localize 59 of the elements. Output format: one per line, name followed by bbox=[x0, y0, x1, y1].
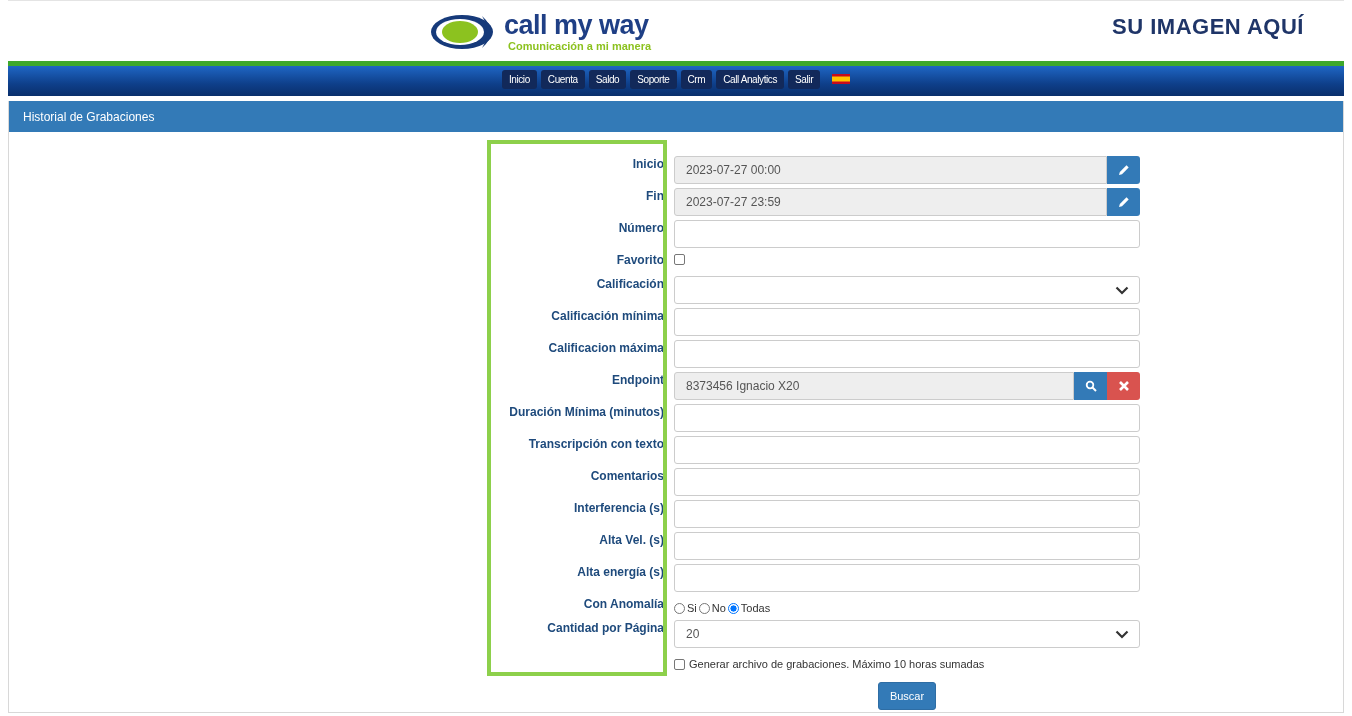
clear-button[interactable] bbox=[1107, 372, 1140, 400]
checkbox[interactable] bbox=[674, 658, 685, 670]
panel-title: Historial de Grabaciones bbox=[23, 109, 155, 124]
caret-icon bbox=[1115, 285, 1129, 295]
close-icon bbox=[1117, 380, 1130, 392]
logo-text: call my way bbox=[504, 11, 650, 39]
date-field[interactable]: 2023-07-27 00:00 bbox=[674, 156, 1107, 184]
edit-button[interactable] bbox=[1107, 188, 1140, 216]
search-button[interactable]: Buscar bbox=[877, 682, 937, 710]
field-label: Calificación mínima bbox=[550, 308, 664, 325]
field-label: Inicio bbox=[631, 156, 664, 173]
field-label: Número bbox=[617, 220, 664, 237]
field-label: Interferencia (s) bbox=[572, 500, 664, 517]
field-label: Endpoint bbox=[611, 372, 664, 389]
nav-button[interactable]: Salir bbox=[788, 69, 821, 89]
input-field[interactable] bbox=[674, 340, 1140, 368]
checkbox[interactable] bbox=[674, 254, 685, 265]
field-label: Alta energía (s) bbox=[576, 564, 664, 581]
field-label: Comentarios bbox=[589, 468, 664, 485]
nav-button[interactable]: Call Analytics bbox=[716, 69, 785, 89]
caret-icon bbox=[1115, 629, 1129, 639]
input-field[interactable] bbox=[674, 468, 1140, 496]
input-field[interactable] bbox=[674, 436, 1140, 464]
input-field[interactable] bbox=[674, 564, 1140, 592]
radio-label: Si bbox=[687, 602, 697, 614]
nav-button[interactable]: Soporte bbox=[630, 69, 677, 89]
input-field[interactable] bbox=[674, 220, 1140, 248]
field-label: Duración Mínima (minutos) bbox=[508, 404, 664, 421]
field-label: Transcripción con texto bbox=[527, 436, 664, 453]
field-label: Favorito bbox=[615, 252, 664, 269]
dropdown[interactable]: 20 bbox=[674, 620, 1140, 648]
edit-button[interactable] bbox=[1107, 156, 1140, 184]
pencil-icon bbox=[1117, 164, 1130, 176]
input-field[interactable] bbox=[674, 308, 1140, 336]
input-field[interactable] bbox=[674, 532, 1140, 560]
field-label: Calificación bbox=[595, 276, 664, 293]
nav-button[interactable]: Crm bbox=[680, 69, 713, 89]
nav-button[interactable]: Inicio bbox=[501, 69, 537, 89]
nav-button[interactable]: Saldo bbox=[588, 69, 627, 89]
search-icon bbox=[1084, 380, 1097, 392]
input-field[interactable] bbox=[674, 500, 1140, 528]
input-field[interactable] bbox=[674, 404, 1140, 432]
checkbox-label: Generar archivo de grabaciones. Máximo 10 horas sumadas bbox=[689, 658, 985, 670]
tagline: Comunicación a mi manera bbox=[508, 40, 652, 53]
date-field[interactable]: 2023-07-27 23:59 bbox=[674, 188, 1107, 216]
search-button[interactable] bbox=[1074, 372, 1107, 400]
radio-label: Todas bbox=[740, 602, 771, 614]
endpoint-field[interactable]: 8373456 Ignacio X20 bbox=[674, 372, 1074, 400]
field-label: Con Anomalía bbox=[582, 596, 664, 613]
radio-button[interactable] bbox=[727, 602, 739, 614]
flag-icon[interactable] bbox=[832, 74, 851, 84]
field-label: Alta Vel. (s) bbox=[598, 532, 664, 549]
field-label: Calificacion máxima bbox=[547, 340, 664, 357]
banner-text: SU IMAGEN AQUÍ bbox=[1112, 14, 1304, 40]
pencil-icon bbox=[1117, 196, 1130, 208]
nav-button[interactable]: Cuenta bbox=[540, 69, 585, 89]
field-label: Fin bbox=[645, 188, 664, 205]
radio-label: No bbox=[711, 602, 726, 614]
field-label: Cantidad por Página bbox=[546, 620, 664, 637]
